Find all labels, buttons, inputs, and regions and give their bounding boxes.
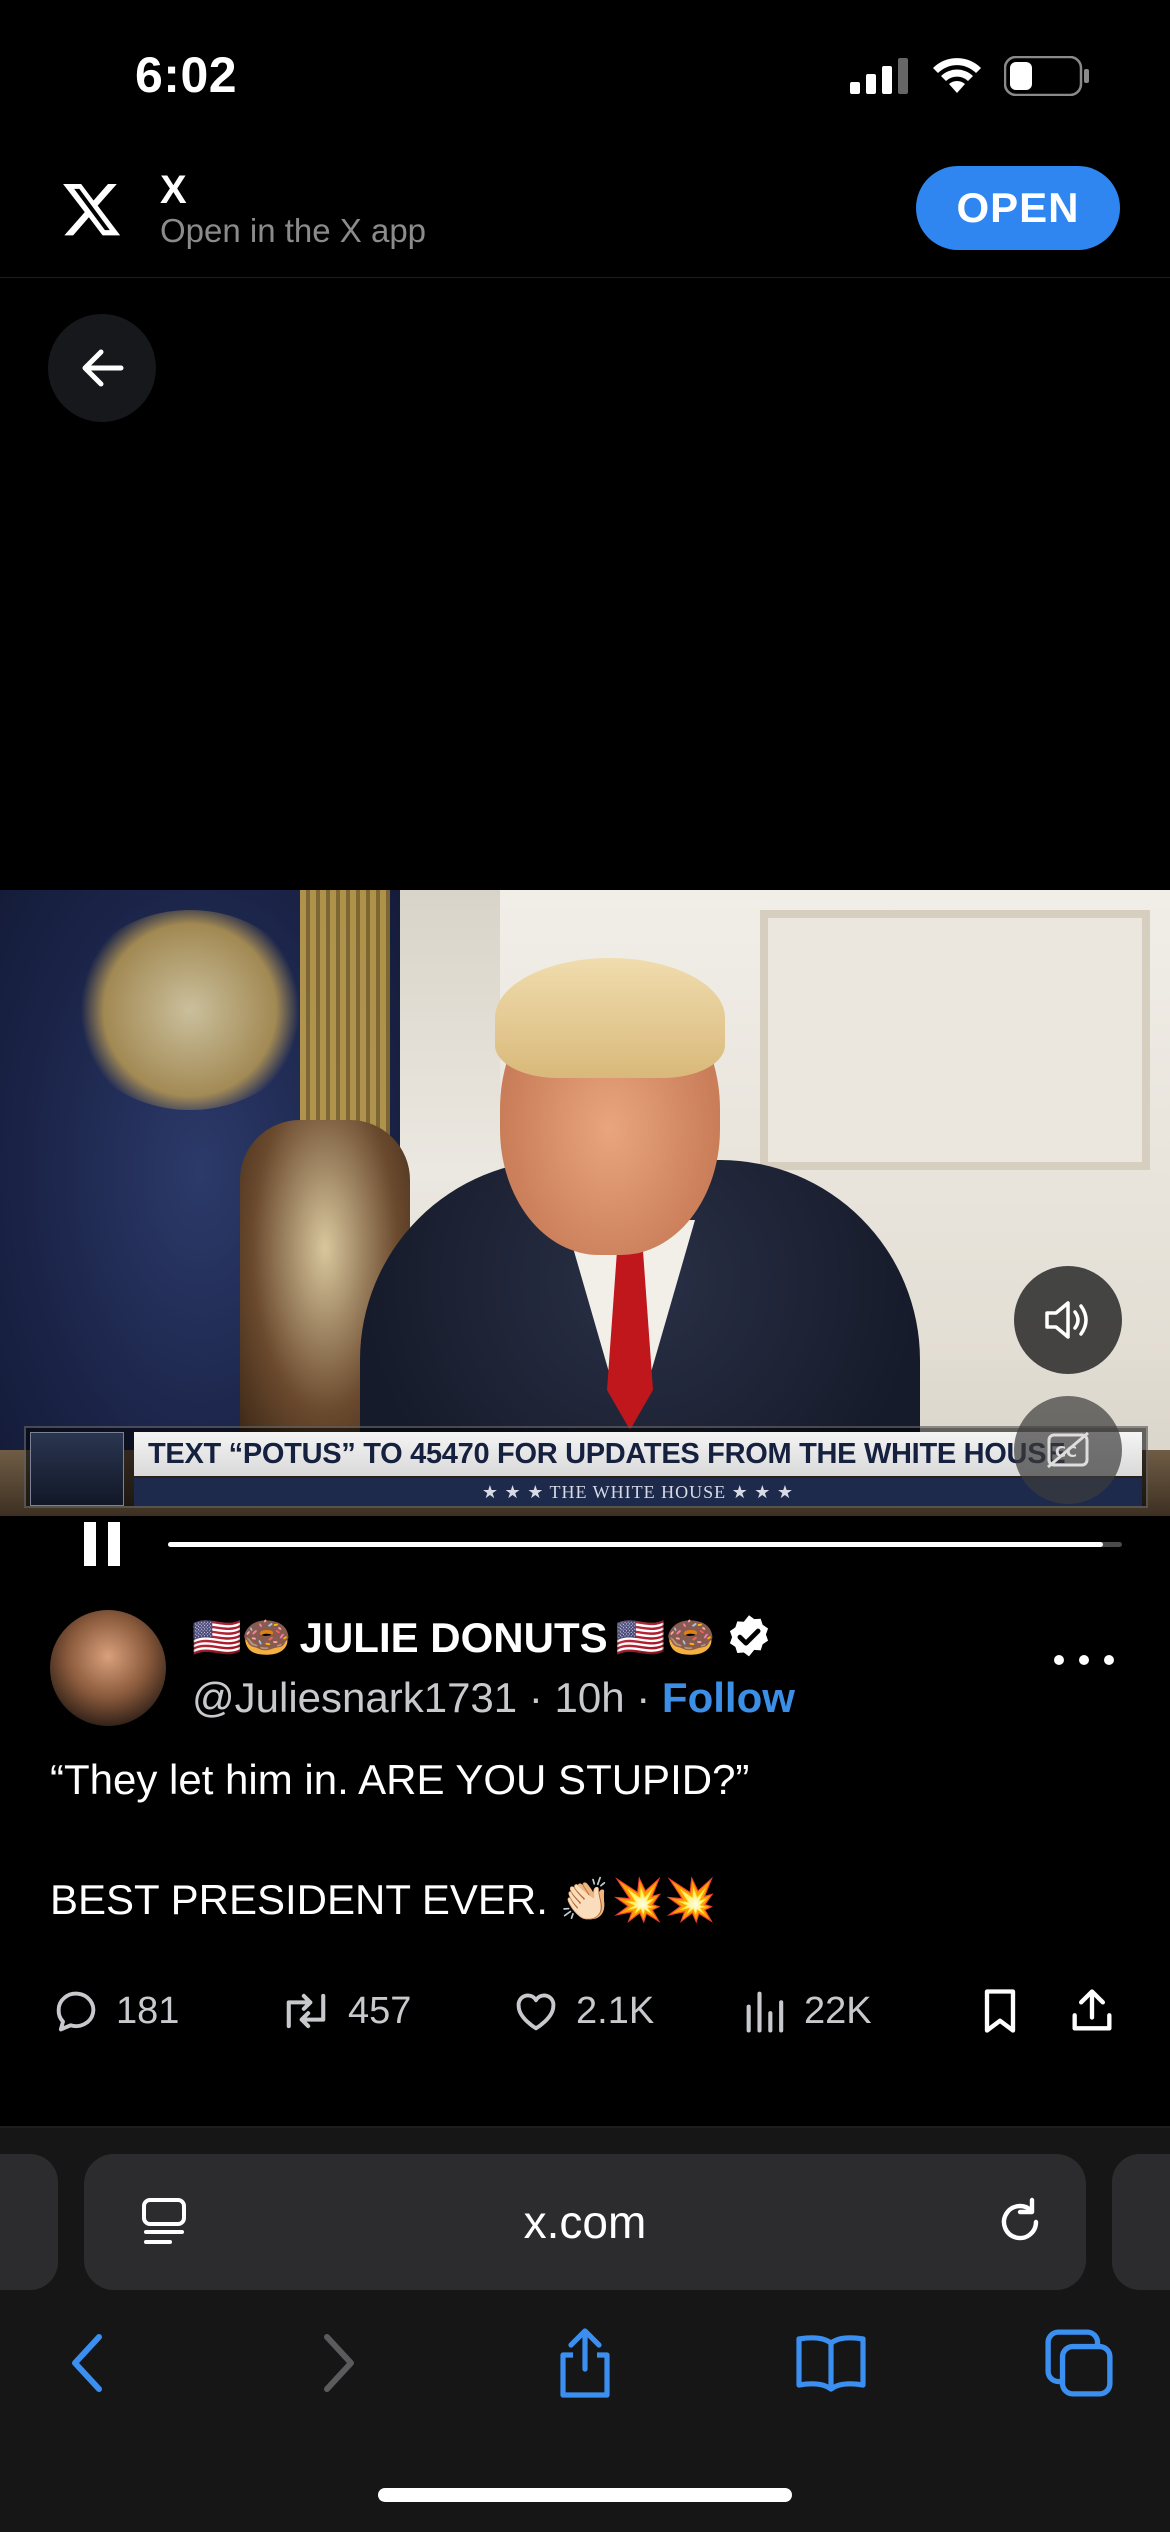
name-prefix-emoji: 🇺🇸🍩	[192, 1616, 292, 1660]
address-bar[interactable]: x.com	[84, 2154, 1086, 2290]
repost-icon	[286, 1993, 326, 2029]
video-progress-fill	[168, 1542, 1103, 1547]
more-dot	[1079, 1655, 1089, 1665]
captions-off-icon: CC	[1047, 1431, 1089, 1469]
video-player[interactable]: TEXT “POTUS” TO 45470 FOR UPDATES FROM T…	[0, 890, 1170, 1516]
bookmark-icon	[984, 1989, 1016, 2033]
next-tab-peek[interactable]	[1112, 2154, 1170, 2290]
repost-button[interactable]: 457	[278, 1985, 411, 2037]
forward-nav-button[interactable]	[294, 2318, 384, 2408]
view-count: 22K	[804, 1989, 872, 2032]
eagle-emblem	[70, 910, 310, 1110]
views-button[interactable]: 22K	[742, 1985, 872, 2037]
avatar[interactable]	[50, 1610, 166, 1726]
share-icon	[1072, 1989, 1112, 2031]
like-button[interactable]: 2.1K	[510, 1985, 654, 2037]
share-button[interactable]	[1066, 1985, 1118, 2037]
bookmarks-button[interactable]	[786, 2318, 876, 2408]
url-text: x.com	[523, 2196, 647, 2248]
share-icon	[560, 2328, 610, 2398]
more-dot	[1104, 1655, 1114, 1665]
lower-third-headline: TEXT “POTUS” TO 45470 FOR UPDATES FROM T…	[134, 1432, 1142, 1476]
more-options-button[interactable]	[1054, 1640, 1114, 1680]
battery-icon	[1004, 56, 1089, 96]
tabs-icon	[1045, 2329, 1113, 2397]
captions-button[interactable]: CC	[1014, 1396, 1122, 1504]
previous-tab-peek[interactable]	[0, 2154, 58, 2290]
reload-icon[interactable]	[992, 2194, 1048, 2250]
pause-icon[interactable]	[80, 1520, 124, 1568]
reply-count: 181	[116, 1989, 180, 2032]
verified-badge-icon	[723, 1612, 775, 1664]
browser-chrome: x.com	[0, 2128, 1170, 2532]
volume-button[interactable]	[1014, 1266, 1122, 1374]
open-book-icon	[796, 2335, 866, 2392]
cellular-signal-icon	[850, 58, 908, 94]
x-logo-icon	[52, 164, 132, 254]
follow-button[interactable]: Follow	[662, 1674, 795, 1721]
open-app-button[interactable]: OPEN	[916, 166, 1120, 250]
status-time: 6:02	[135, 47, 238, 103]
browser-toolbar	[0, 2318, 1170, 2428]
reply-button[interactable]: 181	[50, 1985, 179, 2037]
video-person-hair	[495, 958, 725, 1078]
home-indicator[interactable]	[378, 2488, 792, 2502]
arrow-left-icon	[82, 349, 124, 387]
tweet-text: “They let him in. ARE YOU STUPID?” BEST …	[50, 1756, 750, 1923]
wifi-icon	[933, 58, 981, 93]
tabs-button[interactable]	[1034, 2318, 1124, 2408]
reply-icon	[56, 1991, 96, 2032]
lower-third-subline: ★ ★ ★ THE WHITE HOUSE ★ ★ ★	[134, 1478, 1142, 1506]
white-house-logo-icon	[30, 1432, 124, 1506]
chevron-left-icon	[72, 2334, 102, 2392]
author-name-row[interactable]: 🇺🇸🍩 JULIE DONUTS 🇺🇸🍩	[192, 1612, 775, 1664]
author-meta: @Juliesnark1731 · 10h · Follow	[192, 1674, 795, 1722]
speaker-icon	[1045, 1301, 1088, 1339]
repost-count: 457	[348, 1989, 412, 2032]
app-subtitle: Open in the X app	[160, 212, 427, 249]
video-wall-frame	[760, 910, 1150, 1170]
news-lower-third: TEXT “POTUS” TO 45470 FOR UPDATES FROM T…	[24, 1426, 1148, 1508]
back-button[interactable]	[48, 314, 156, 422]
bar-chart-icon	[746, 1991, 784, 2033]
bookmark-button[interactable]	[976, 1985, 1024, 2037]
author-name: JULIE DONUTS	[299, 1614, 608, 1661]
tweet-time[interactable]: 10h	[555, 1674, 625, 1721]
like-count: 2.1K	[576, 1989, 655, 2032]
tweet-actions: 181 457 2.1K 22K	[0, 1985, 1170, 2065]
heart-icon	[516, 1993, 556, 2031]
meta-separator-2: ·	[636, 1674, 651, 1721]
status-bar: 6:02	[0, 0, 1170, 150]
player-controls	[0, 1516, 1170, 1576]
status-icons	[850, 56, 1090, 96]
more-dot	[1054, 1655, 1064, 1665]
chevron-right-icon	[324, 2334, 354, 2392]
back-nav-button[interactable]	[42, 2318, 132, 2408]
video-progress-bar[interactable]	[168, 1542, 1122, 1547]
app-banner: X Open in the X app OPEN	[0, 160, 1170, 278]
app-name: X	[160, 168, 187, 212]
share-sheet-button[interactable]	[540, 2318, 630, 2408]
meta-separator: ·	[528, 1674, 543, 1721]
name-suffix-emoji: 🇺🇸🍩	[615, 1616, 716, 1660]
author-handle[interactable]: @Juliesnark1731	[192, 1674, 517, 1721]
